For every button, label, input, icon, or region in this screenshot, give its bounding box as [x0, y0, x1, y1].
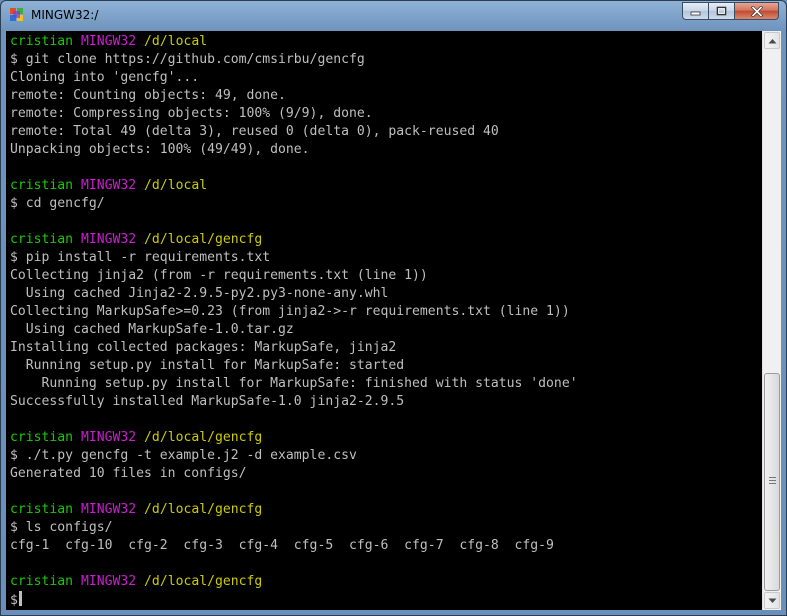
prompt-line: cristian MINGW32 /d/local — [10, 33, 578, 51]
scroll-up-button[interactable] — [764, 32, 780, 49]
prompt-host: MINGW32 — [80, 502, 137, 517]
prompt-line: cristian MINGW32 /d/local/gencfg — [10, 231, 578, 249]
prompt-path: /d/local — [144, 178, 208, 193]
terminal-lines: cristian MINGW32 /d/local $ git clone htt… — [10, 33, 578, 609]
prompt-host: MINGW32 — [80, 34, 137, 49]
text-cursor — [18, 591, 22, 606]
prompt-line: cristian MINGW32 /d/local/gencfg — [10, 501, 578, 519]
vertical-scrollbar[interactable] — [762, 31, 781, 610]
prompt-line: cristian MINGW32 /d/local/gencfg — [10, 429, 578, 447]
output-line: remote: Total 49 (delta 3), reused 0 (de… — [10, 124, 499, 139]
output-line: remote: Counting objects: 49, done. — [10, 88, 286, 103]
scroll-down-button[interactable] — [764, 592, 780, 609]
scrollbar-thumb[interactable] — [764, 373, 780, 591]
output-line: Generated 10 files in configs/ — [10, 466, 247, 481]
prompt-user: cristian — [10, 178, 74, 193]
output-line: Using cached MarkupSafe-1.0.tar.gz — [10, 322, 294, 337]
prompt-host: MINGW32 — [80, 178, 137, 193]
output-line: $ pip install -r requirements.txt — [10, 250, 271, 265]
output-line: Cloning into 'gencfg'... — [10, 70, 200, 85]
output-line: Running setup.py install for MarkupSafe:… — [10, 376, 578, 391]
output-line: Collecting MarkupSafe>=0.23 (from jinja2… — [10, 304, 570, 319]
prompt-line: cristian MINGW32 /d/local/gencfg — [10, 573, 578, 591]
prompt-user: cristian — [10, 502, 74, 517]
window-controls — [682, 2, 779, 21]
window-title: MINGW32:/ — [31, 8, 99, 22]
prompt-line: cristian MINGW32 /d/local — [10, 177, 578, 195]
close-button[interactable] — [735, 2, 779, 20]
title-bar[interactable]: MINGW32:/ — [1, 1, 786, 31]
scroll-down-arrow-icon — [768, 598, 776, 603]
prompt-host: MINGW32 — [80, 430, 137, 445]
scroll-up-arrow-icon — [768, 38, 776, 43]
output-line: Successfully installed MarkupSafe-1.0 ji… — [10, 394, 405, 409]
prompt-path: /d/local/gencfg — [144, 502, 263, 517]
output-line: $ cd gencfg/ — [10, 196, 105, 211]
output-line: Using cached Jinja2-2.9.5-py2.py3-none-a… — [10, 286, 389, 301]
prompt-path: /d/local — [144, 34, 208, 49]
maximize-icon — [716, 6, 727, 16]
output-line: Installing collected packages: MarkupSaf… — [10, 340, 397, 355]
output-line: $ git clone https://github.com/cmsirbu/g… — [10, 52, 365, 67]
prompt-user: cristian — [10, 232, 74, 247]
minimize-button[interactable] — [682, 2, 709, 20]
terminal-output[interactable]: cristian MINGW32 /d/local $ git clone htt… — [6, 31, 762, 610]
output-line: $ ./t.py gencfg -t example.j2 -d example… — [10, 448, 357, 463]
prompt-path: /d/local/gencfg — [144, 232, 263, 247]
output-line: cfg-1 cfg-10 cfg-2 cfg-3 cfg-4 cfg-5 cfg… — [10, 538, 554, 553]
prompt-path: /d/local/gencfg — [144, 574, 263, 589]
prompt-host: MINGW32 — [80, 232, 137, 247]
close-icon — [750, 5, 763, 17]
output-line: $ ls configs/ — [10, 520, 113, 535]
output-line: remote: Compressing objects: 100% (9/9),… — [10, 106, 373, 121]
maximize-button[interactable] — [709, 2, 735, 20]
prompt-user: cristian — [10, 34, 74, 49]
prompt-path: /d/local/gencfg — [144, 430, 263, 445]
output-line: Collecting jinja2 (from -r requirements.… — [10, 268, 428, 283]
prompt-symbol: $ — [10, 593, 18, 608]
mingw-terminal-icon[interactable] — [10, 8, 24, 22]
output-line: Running setup.py install for MarkupSafe:… — [10, 358, 405, 373]
terminal-window: MINGW32:/ cristian MINGW32 /d/local $ git… — [0, 0, 787, 616]
prompt-user: cristian — [10, 430, 74, 445]
output-line: Unpacking objects: 100% (49/49), done. — [10, 142, 310, 157]
prompt-host: MINGW32 — [80, 574, 137, 589]
input-line: $ — [10, 591, 578, 609]
prompt-user: cristian — [10, 574, 74, 589]
minimize-icon — [690, 11, 701, 16]
